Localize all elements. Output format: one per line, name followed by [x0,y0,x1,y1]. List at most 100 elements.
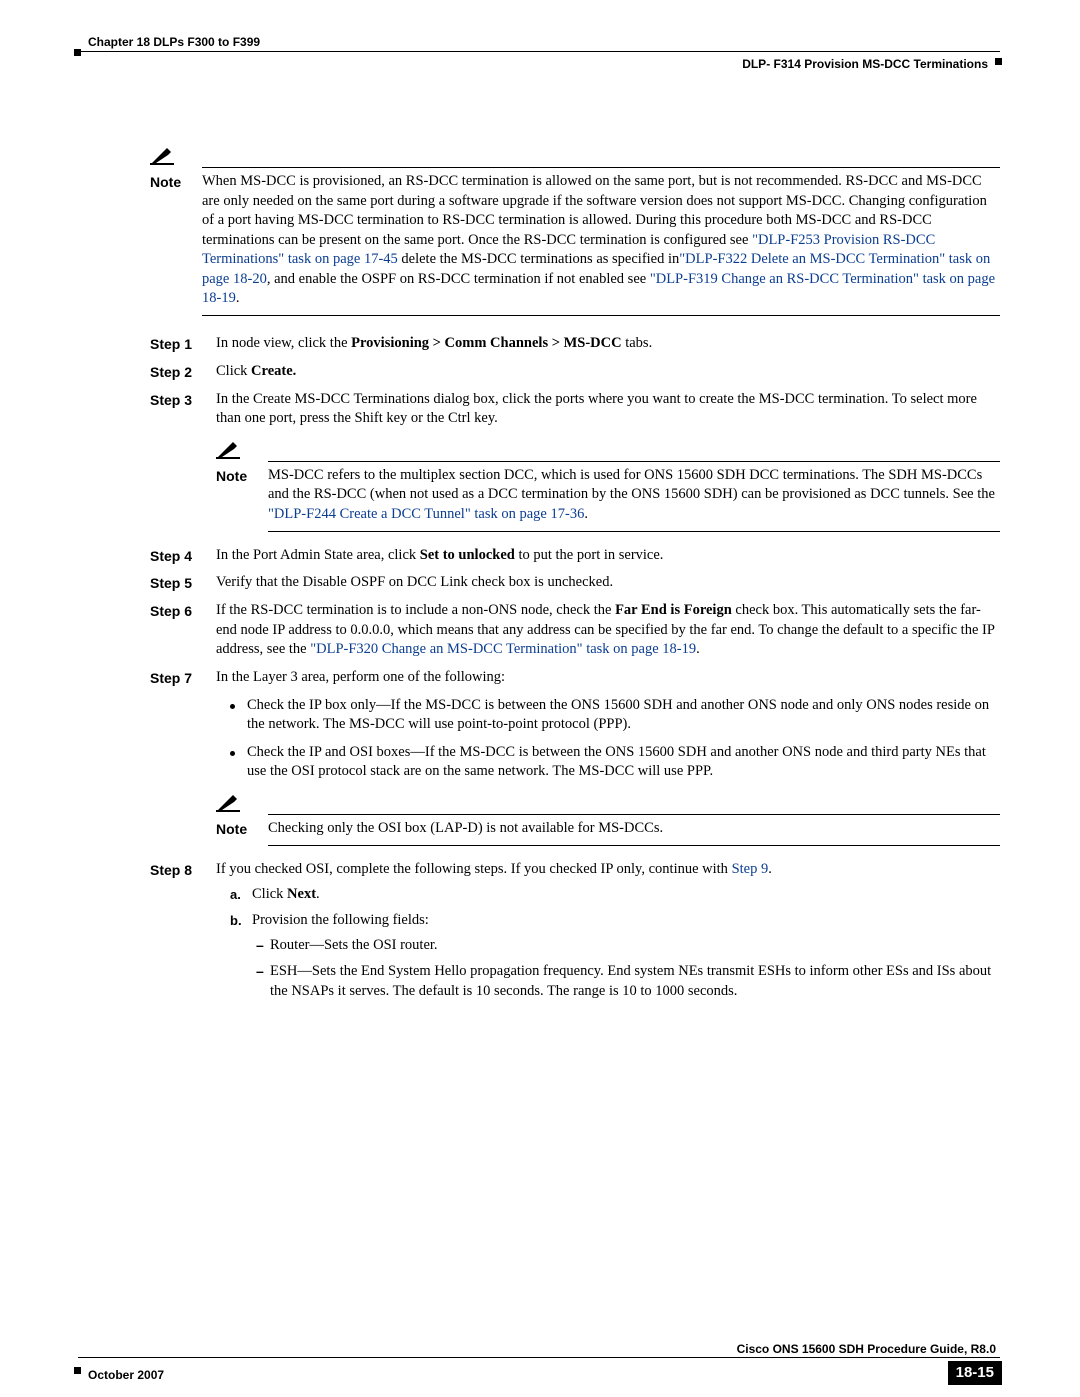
step-body: Verify that the Disable OSPF on DCC Link… [216,573,1000,593]
note-label: Note [150,172,202,192]
bullet-icon [230,751,235,756]
note-rule [268,461,1000,462]
step-label: Step 2 [150,362,216,382]
note-rule [202,167,1000,168]
substep-text: . [316,886,320,902]
step-text-bold: Provisioning > Comm Channels > MS-DCC [351,335,621,351]
note-text: MS-DCC refers to the multiplex section D… [268,467,995,503]
header-end-marker-icon [995,58,1002,65]
substep-a: a. Click Next. [216,885,1000,905]
note-body: Checking only the OSI box (LAP-D) is not… [268,819,1000,839]
step-body: If you checked OSI, complete the followi… [216,860,1000,1007]
page: Chapter 18 DLPs F300 to F399 DLP- F314 P… [0,0,1080,1397]
step-label: Step 7 [150,668,216,688]
step-text-bold: Create. [251,363,296,379]
bullet-list: Check the IP box only—If the MS-DCC is b… [216,696,1000,782]
steps-list: Step 1 In node view, click the Provision… [150,334,1000,1007]
list-item: Check the IP box only—If the MS-DCC is b… [216,696,1000,735]
section-title: DLP- F314 Provision MS-DCC Terminations [742,56,988,72]
note-label: Note [216,819,268,839]
step-7: Step 7 In the Layer 3 area, perform one … [150,668,1000,850]
dash-text: ESH—Sets the End System Hello propagatio… [270,962,1000,1001]
header-rule [78,51,1000,52]
note-rule [268,531,1000,532]
note-text: . [584,506,588,522]
note-text: , and enable the OSPF on RS-DCC terminat… [267,271,650,287]
note-text: . [236,290,240,306]
note-text: delete the MS-DCC terminations as specif… [398,251,679,267]
note-label: Note [216,466,268,486]
link-dlp-f244[interactable]: "DLP-F244 Create a DCC Tunnel" task on p… [268,506,584,522]
step-text-bold: Set to unlocked [420,547,515,563]
note-rule [268,814,1000,815]
substep-b: b. Provision the following fields: [216,911,1000,931]
note-block-step3: Note MS-DCC refers to the multiplex sect… [216,441,1000,532]
step-body: In the Layer 3 area, perform one of the … [216,668,1000,850]
step-text: . [696,641,700,657]
step-body: In node view, click the Provisioning > C… [216,334,1000,354]
step-text: In the Port Admin State area, click [216,547,420,563]
dash-icon: – [256,962,270,981]
dash-item: – Router—Sets the OSI router. [216,936,1000,956]
bullet-text: Check the IP and OSI boxes—If the MS-DCC… [247,743,1000,782]
list-item: Check the IP and OSI boxes—If the MS-DCC… [216,743,1000,782]
step-text: In node view, click the [216,335,351,351]
note-body: When MS-DCC is provisioned, an RS-DCC te… [202,172,1000,309]
footer-marker-icon [74,1367,81,1374]
step-label: Step 5 [150,573,216,593]
step-6: Step 6 If the RS-DCC termination is to i… [150,601,1000,660]
step-label: Step 4 [150,546,216,566]
footer-guide-title: Cisco ONS 15600 SDH Procedure Guide, R8.… [737,1341,996,1357]
link-dlp-f320[interactable]: "DLP-F320 Change an MS-DCC Termination" … [310,641,696,657]
step-5: Step 5 Verify that the Disable OSPF on D… [150,573,1000,593]
step-text: Click [216,363,251,379]
step-text-bold: Far End is Foreign [615,602,732,618]
substep-text-bold: Next [287,886,316,902]
step-text: In the Create MS-DCC Terminations dialog… [216,391,977,427]
step-2: Step 2 Click Create. [150,362,1000,382]
dash-icon: – [256,936,270,955]
pencil-icon [216,794,244,812]
note-block-step7: Note Checking only the OSI box (LAP-D) i… [216,794,1000,846]
step-label: Step 8 [150,860,216,880]
link-step9[interactable]: Step 9 [732,861,769,877]
footer-rule [78,1357,1000,1358]
step-text: to put the port in service. [515,547,664,563]
dash-item: – ESH—Sets the End System Hello propagat… [216,962,1000,1001]
dash-text: Router—Sets the OSI router. [270,936,438,956]
step-4: Step 4 In the Port Admin State area, cli… [150,546,1000,566]
step-label: Step 1 [150,334,216,354]
note-block-main: Note When MS-DCC is provisioned, an RS-D… [150,147,1000,316]
step-text: In the Layer 3 area, perform one of the … [216,669,505,685]
substep-label: b. [230,911,252,930]
step-text: . [768,861,772,877]
chapter-title: Chapter 18 DLPs F300 to F399 [88,34,260,50]
footer-date: October 2007 [88,1367,164,1383]
step-body: If the RS-DCC termination is to include … [216,601,1000,660]
step-1: Step 1 In node view, click the Provision… [150,334,1000,354]
note-body: MS-DCC refers to the multiplex section D… [268,466,1000,525]
bullet-icon [230,704,235,709]
substep-body: Provision the following fields: [252,911,429,931]
step-label: Step 6 [150,601,216,621]
bullet-text: Check the IP box only—If the MS-DCC is b… [247,696,1000,735]
step-body: In the Port Admin State area, click Set … [216,546,1000,566]
step-body: Click Create. [216,362,1000,382]
page-number: 18-15 [948,1361,1002,1385]
pencil-icon [150,147,178,165]
step-label: Step 3 [150,390,216,410]
step-text: If you checked OSI, complete the followi… [216,861,732,877]
step-3: Step 3 In the Create MS-DCC Terminations… [150,390,1000,536]
step-text: tabs. [622,335,653,351]
step-8: Step 8 If you checked OSI, complete the … [150,860,1000,1007]
page-header: Chapter 18 DLPs F300 to F399 DLP- F314 P… [78,34,1000,72]
note-rule [202,315,1000,316]
content-area: Note When MS-DCC is provisioned, an RS-D… [78,72,1000,1007]
substep-text: Click [252,886,287,902]
substep-body: Click Next. [252,885,320,905]
step-text: If the RS-DCC termination is to include … [216,602,615,618]
step-body: In the Create MS-DCC Terminations dialog… [216,390,1000,536]
pencil-icon [216,441,244,459]
substep-label: a. [230,885,252,904]
note-rule [268,845,1000,846]
